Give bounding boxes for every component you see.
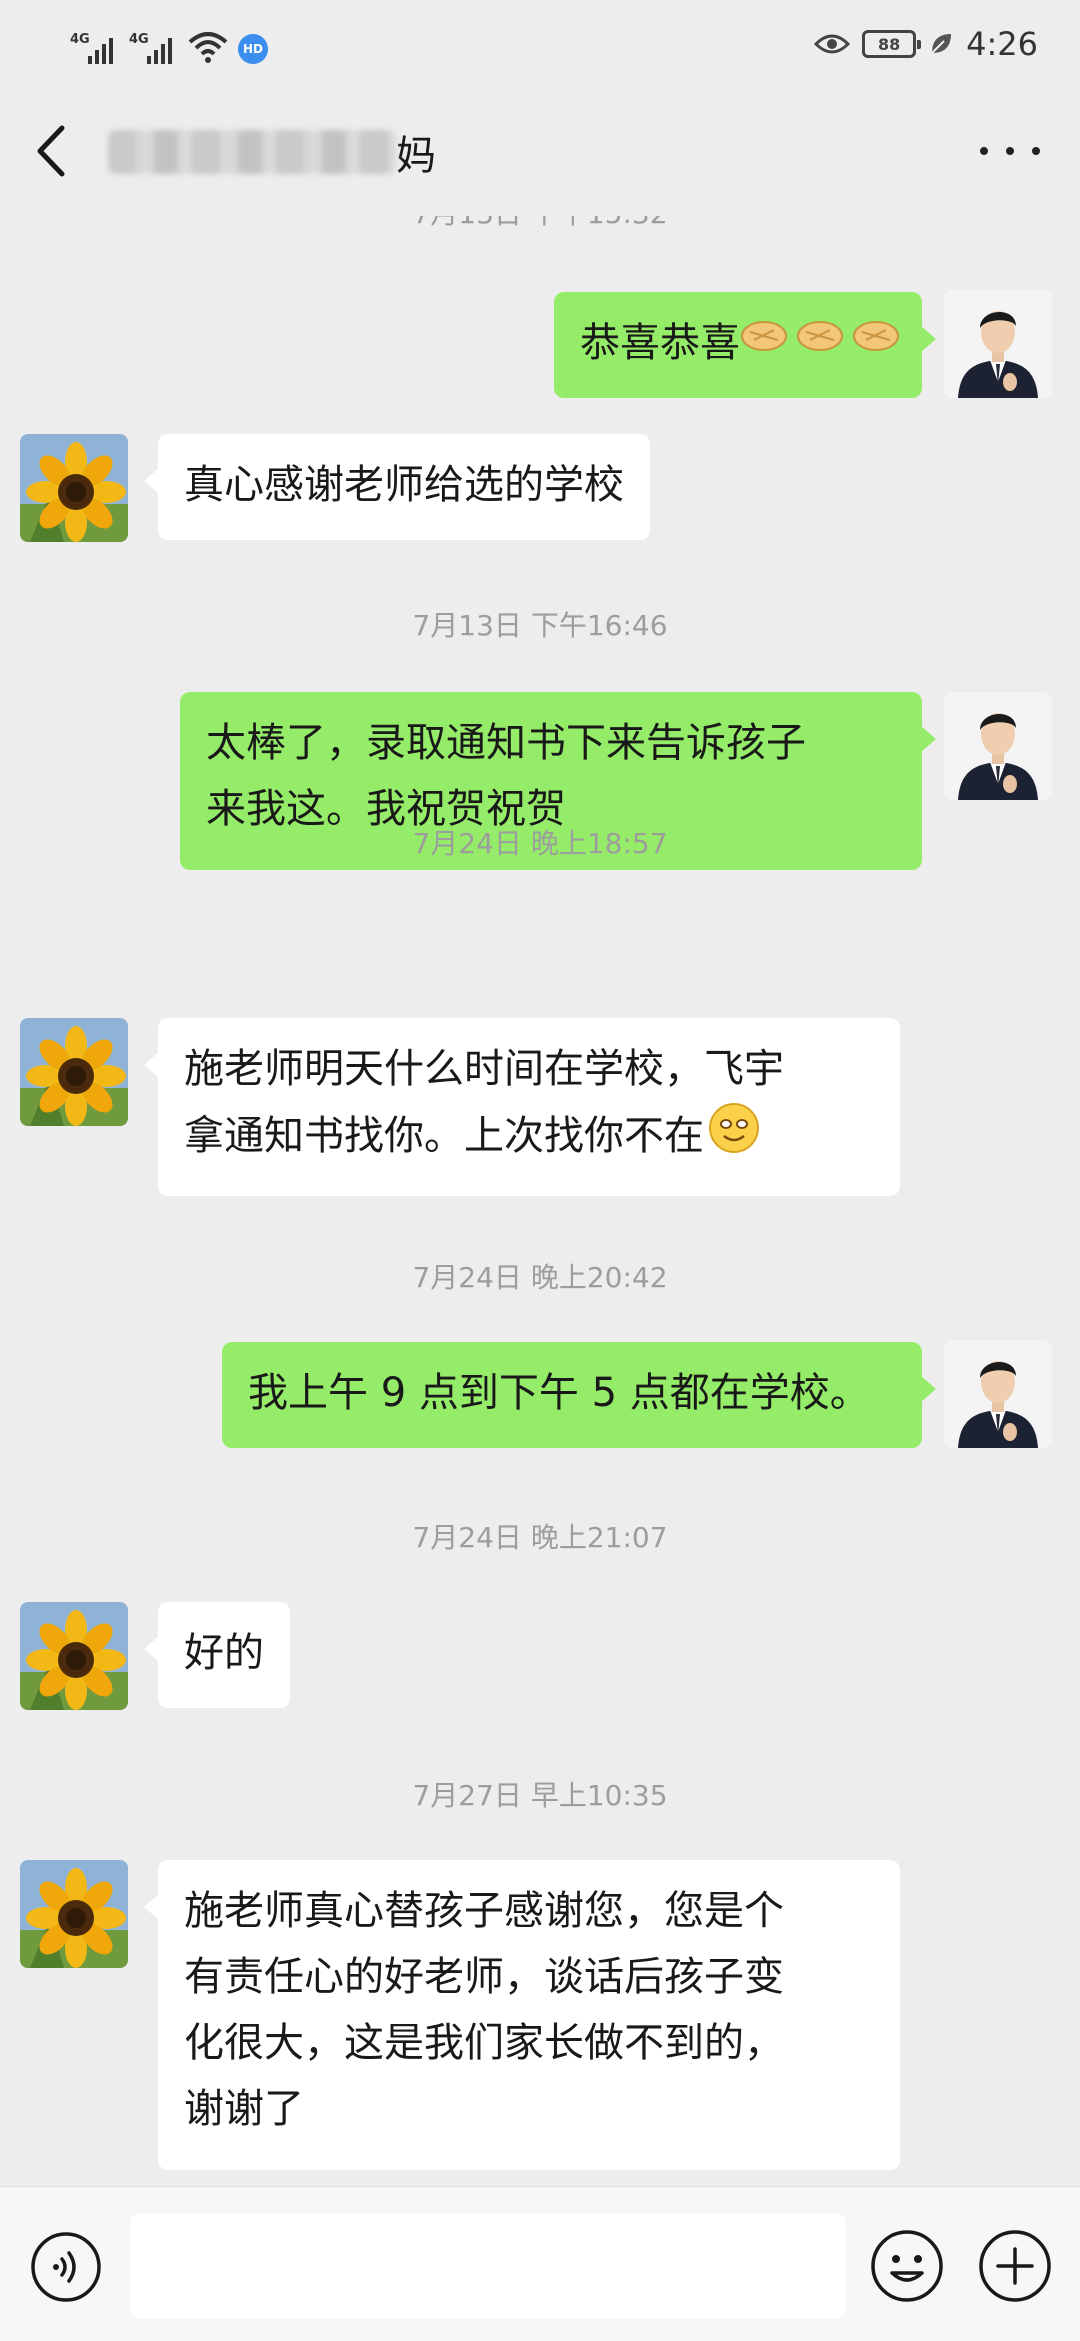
message-text-line: 施老师真心替孩子感谢您，您是个 — [184, 1888, 784, 1934]
battery-level: 88 — [878, 34, 901, 54]
smile-emoji-icon — [708, 1102, 760, 1174]
hd-label: HD — [242, 42, 263, 56]
timestamp: 7月24日 晚上18:57 — [412, 827, 668, 860]
battery-icon: 88 — [862, 30, 922, 58]
message-text: 我上午 9 点到下午 5 点都在学校。 — [248, 1370, 870, 1416]
message-text: 恭喜恭喜 — [580, 320, 740, 366]
message-bubble-sent[interactable]: 我上午 9 点到下午 5 点都在学校。 — [222, 1342, 936, 1448]
contact-avatar[interactable] — [20, 1860, 128, 1968]
handshake-emoji-icon — [740, 310, 900, 380]
message-list: 7月13日 下午15:32 恭喜恭喜 真心感谢老师给选的学校 7月13日 下午 — [0, 216, 1080, 2186]
plus-icon[interactable] — [978, 2229, 1052, 2303]
timestamp: 7月13日 下午15:32 — [0, 216, 1080, 232]
more-icon[interactable] — [980, 136, 1040, 166]
chat-title-suffix: 妈 — [396, 133, 436, 179]
sim1-label: 4G — [70, 32, 90, 47]
contact-avatar[interactable] — [20, 1018, 128, 1126]
message-text: 真心感谢老师给选的学校 — [184, 462, 624, 508]
message-text: 好的 — [184, 1630, 264, 1676]
message-input[interactable] — [130, 2213, 846, 2319]
status-left: 4G 4G HD — [70, 20, 268, 64]
timestamp: 7月24日 晚上21:07 — [412, 1521, 668, 1554]
my-avatar[interactable] — [944, 1340, 1052, 1448]
hd-call-icon: HD — [238, 34, 268, 64]
chat-header: 妈 — [0, 86, 1080, 216]
message-text-line: 拿通知书找你。上次找你不在 — [184, 1113, 704, 1159]
message-text-line: 太棒了，录取通知书下来告诉孩子 — [206, 720, 806, 766]
wifi-icon — [188, 32, 228, 63]
signal-sim2-icon: 4G — [129, 32, 172, 64]
message-text-line: 谢谢了 — [184, 2086, 304, 2132]
message-bubble-sent[interactable]: 恭喜恭喜 — [554, 292, 936, 398]
power-saving-leaf-icon — [931, 34, 952, 54]
signal-sim1-icon: 4G — [70, 32, 113, 64]
my-avatar[interactable] — [944, 692, 1052, 800]
timestamp: 7月24日 晚上20:42 — [412, 1261, 668, 1294]
back-arrow-icon[interactable] — [28, 122, 76, 180]
message-bubble-received[interactable]: 好的 — [144, 1602, 290, 1708]
eye-comfort-icon — [814, 34, 851, 54]
message-bubble-received[interactable]: 施老师明天什么时间在学校，飞宇 拿通知书找你。上次找你不在 — [144, 1018, 900, 1196]
message-text-line: 施老师明天什么时间在学校，飞宇 — [184, 1046, 784, 1092]
contact-avatar[interactable] — [20, 1602, 128, 1710]
status-bar: 4G 4G HD 88 4:26 — [0, 0, 1080, 86]
timestamp: 7月27日 早上10:35 — [412, 1779, 668, 1812]
message-text-line: 化很大，这是我们家长做不到的， — [184, 2020, 784, 2066]
timestamp: 7月13日 下午16:46 — [412, 609, 668, 642]
sim2-label: 4G — [129, 32, 149, 47]
chat-title: 妈 — [108, 122, 436, 182]
message-bubble-received[interactable]: 施老师真心替孩子感谢您，您是个 有责任心的好老师，谈话后孩子变 化很大，这是我们… — [144, 1860, 900, 2170]
message-text-line: 有责任心的好老师，谈话后孩子变 — [184, 1954, 784, 2000]
voice-input-icon[interactable] — [30, 2231, 102, 2303]
emoji-icon[interactable] — [870, 2229, 944, 2303]
contact-avatar[interactable] — [20, 434, 128, 542]
message-bubble-received[interactable]: 真心感谢老师给选的学校 — [144, 434, 650, 540]
my-avatar[interactable] — [944, 290, 1052, 398]
title-redacted-blur — [108, 130, 396, 174]
input-bar — [0, 2186, 1080, 2341]
clock: 4:26 — [966, 25, 1038, 63]
status-right: 88 4:26 — [814, 22, 1038, 66]
